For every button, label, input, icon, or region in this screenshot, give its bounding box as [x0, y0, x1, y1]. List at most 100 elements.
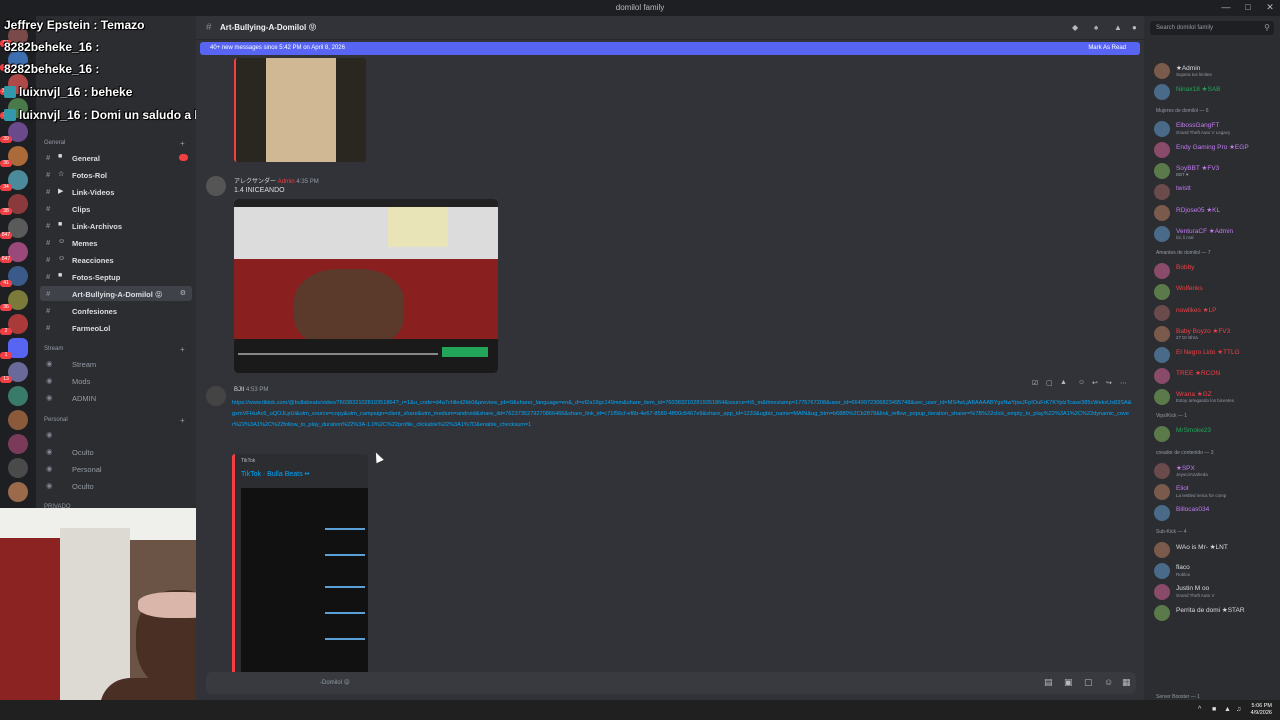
- pin-icon[interactable]: ▲: [1114, 23, 1122, 32]
- avatar[interactable]: [1154, 389, 1170, 405]
- category-stream[interactable]: Stream +: [44, 345, 185, 354]
- avatar[interactable]: [1154, 284, 1170, 300]
- avatar[interactable]: [1154, 463, 1170, 479]
- message-author[interactable]: アレクサンダー: [234, 179, 276, 185]
- channel-item[interactable]: # ■ Link-Archivos: [40, 218, 192, 233]
- member-item[interactable]: twistt: [1154, 183, 1278, 201]
- forward-icon[interactable]: ↪: [1106, 379, 1112, 387]
- mark-as-read-button[interactable]: Mark As Read: [1088, 45, 1126, 51]
- w-reaction-icon[interactable]: ▢: [1046, 379, 1053, 387]
- image-attachment[interactable]: [234, 58, 366, 162]
- member-item[interactable]: RDjose05 ★KL: [1154, 204, 1278, 222]
- member-item[interactable]: WAo is Mr- ★LNT: [1154, 541, 1278, 559]
- category-general[interactable]: General +: [44, 139, 185, 148]
- category-personal[interactable]: Personal +: [44, 416, 185, 425]
- channel-item[interactable]: ◉ Stream: [40, 356, 192, 371]
- channel-item[interactable]: # ▶ Link-Videos: [40, 184, 192, 199]
- channel-item[interactable]: # ■ General: [40, 150, 192, 165]
- channel-item[interactable]: # Clips: [40, 201, 192, 216]
- member-item[interactable]: Justin M oo Grand Theft Auto V: [1154, 583, 1278, 601]
- volume-icon[interactable]: ♫: [1236, 706, 1241, 713]
- new-messages-banner[interactable]: 40+ new messages since 5:42 PM on April …: [200, 42, 1140, 55]
- thumbs-up-icon[interactable]: ▲: [1060, 379, 1067, 386]
- reply-icon[interactable]: ↩: [1092, 379, 1098, 387]
- link-embed[interactable]: TikTok TikTok · Bulla Beats ••: [232, 454, 368, 682]
- member-item[interactable]: Wrana ★GZ Estoy arregando los bicentes: [1154, 388, 1278, 406]
- close-icon[interactable]: ✕: [1264, 2, 1276, 14]
- member-item[interactable]: flaco Roblox: [1154, 562, 1278, 580]
- avatar[interactable]: [206, 176, 226, 196]
- channel-item[interactable]: ◉: [40, 427, 192, 442]
- avatar[interactable]: [1154, 605, 1170, 621]
- avatar[interactable]: [1154, 542, 1170, 558]
- avatar[interactable]: [1154, 84, 1170, 100]
- avatar[interactable]: [206, 386, 226, 406]
- gif-icon[interactable]: ▣: [1064, 677, 1073, 688]
- avatar[interactable]: [1154, 347, 1170, 363]
- avatar[interactable]: [1154, 563, 1170, 579]
- channel-item[interactable]: ◉ Personal: [40, 461, 192, 476]
- member-item[interactable]: Eliot La testled neica for comp: [1154, 483, 1278, 501]
- member-item[interactable]: ElbossGangFT Grand Theft Auto V Legacy: [1154, 120, 1278, 138]
- message-link[interactable]: https://www.tiktok.com/@bullabeats/video…: [232, 398, 1132, 431]
- member-item[interactable]: Billocas034: [1154, 504, 1278, 522]
- search-input[interactable]: Search domilol family ⚲: [1150, 21, 1274, 35]
- add-channel-icon[interactable]: +: [180, 345, 185, 354]
- taskbar-clock[interactable]: 5:06 PM 4/9/2026: [1251, 703, 1272, 717]
- check-reaction-icon[interactable]: ☑: [1032, 379, 1038, 387]
- member-item[interactable]: VenturaCF ★Admin lol, li mal: [1154, 225, 1278, 243]
- tray-arrow-icon[interactable]: ^: [1198, 706, 1201, 713]
- member-item[interactable]: Endy Gaming Pro ★EGP: [1154, 141, 1278, 159]
- channel-item[interactable]: # Art-Bullying-A-Domilol 😝 ⚙: [40, 286, 192, 301]
- add-reaction-icon[interactable]: ☺: [1078, 379, 1085, 386]
- avatar[interactable]: [1154, 205, 1170, 221]
- avatar[interactable]: [1154, 326, 1170, 342]
- member-list-icon[interactable]: ●: [1132, 23, 1137, 32]
- channel-item[interactable]: ◉ Oculto: [40, 444, 192, 459]
- server-icon[interactable]: [8, 458, 28, 478]
- channel-item[interactable]: ◉ ADMIN: [40, 390, 192, 405]
- channel-item[interactable]: # ☆ Fotos-Rol: [40, 167, 192, 182]
- embed-title[interactable]: TikTok · Bulla Beats ••: [241, 471, 309, 478]
- channel-item[interactable]: # Confesiones: [40, 303, 192, 318]
- member-item[interactable]: MrSmoke23: [1154, 425, 1278, 443]
- avatar[interactable]: [1154, 63, 1170, 79]
- channel-settings-icon[interactable]: ⚙: [180, 289, 186, 297]
- member-item[interactable]: ★Admin Supera tus limites: [1154, 62, 1278, 80]
- gift-icon[interactable]: ▤: [1044, 677, 1053, 688]
- avatar[interactable]: [1154, 426, 1170, 442]
- server-icon[interactable]: [8, 386, 28, 406]
- avatar[interactable]: [1154, 505, 1170, 521]
- member-item[interactable]: Baby Boyzo ★FV3 27 Dr Bhra: [1154, 325, 1278, 343]
- member-item[interactable]: Ninax18 ★SAB: [1154, 83, 1278, 101]
- apps-icon[interactable]: ▦: [1122, 677, 1131, 688]
- message-author[interactable]: BJII: [234, 387, 244, 393]
- more-icon[interactable]: ⋯: [1120, 379, 1127, 387]
- member-item[interactable]: Bobby: [1154, 262, 1278, 280]
- avatar[interactable]: [1154, 184, 1170, 200]
- maximize-icon[interactable]: □: [1242, 2, 1254, 14]
- sticker-icon[interactable]: ▢: [1084, 677, 1093, 688]
- add-channel-icon[interactable]: +: [180, 139, 185, 148]
- avatar[interactable]: [1154, 263, 1170, 279]
- avatar[interactable]: [1154, 305, 1170, 321]
- minimize-icon[interactable]: —: [1220, 2, 1232, 14]
- member-item[interactable]: SoyBBT ★FV3 BBT ♥: [1154, 162, 1278, 180]
- video-progress[interactable]: [238, 353, 438, 355]
- embed-thumbnail[interactable]: [241, 488, 368, 682]
- channel-item[interactable]: # FarmeoLol: [40, 320, 192, 335]
- member-item[interactable]: ★SPX JeyscriAzaheda: [1154, 462, 1278, 480]
- avatar[interactable]: [1154, 142, 1170, 158]
- member-item[interactable]: TREE ★RCON: [1154, 367, 1278, 385]
- channel-item[interactable]: # ■ Fotos-Septup: [40, 269, 192, 284]
- video-attachment[interactable]: [234, 199, 498, 373]
- channel-item[interactable]: ◉ Mods: [40, 373, 192, 388]
- avatar[interactable]: [1154, 121, 1170, 137]
- avatar[interactable]: [1154, 584, 1170, 600]
- threads-icon[interactable]: ◆: [1072, 23, 1078, 32]
- avatar[interactable]: [1154, 226, 1170, 242]
- avatar[interactable]: [1154, 163, 1170, 179]
- member-item[interactable]: Perrita de domi ★STAR: [1154, 604, 1278, 622]
- tray-icon[interactable]: ■: [1212, 706, 1216, 713]
- channel-item[interactable]: # ☺ Memes: [40, 235, 192, 250]
